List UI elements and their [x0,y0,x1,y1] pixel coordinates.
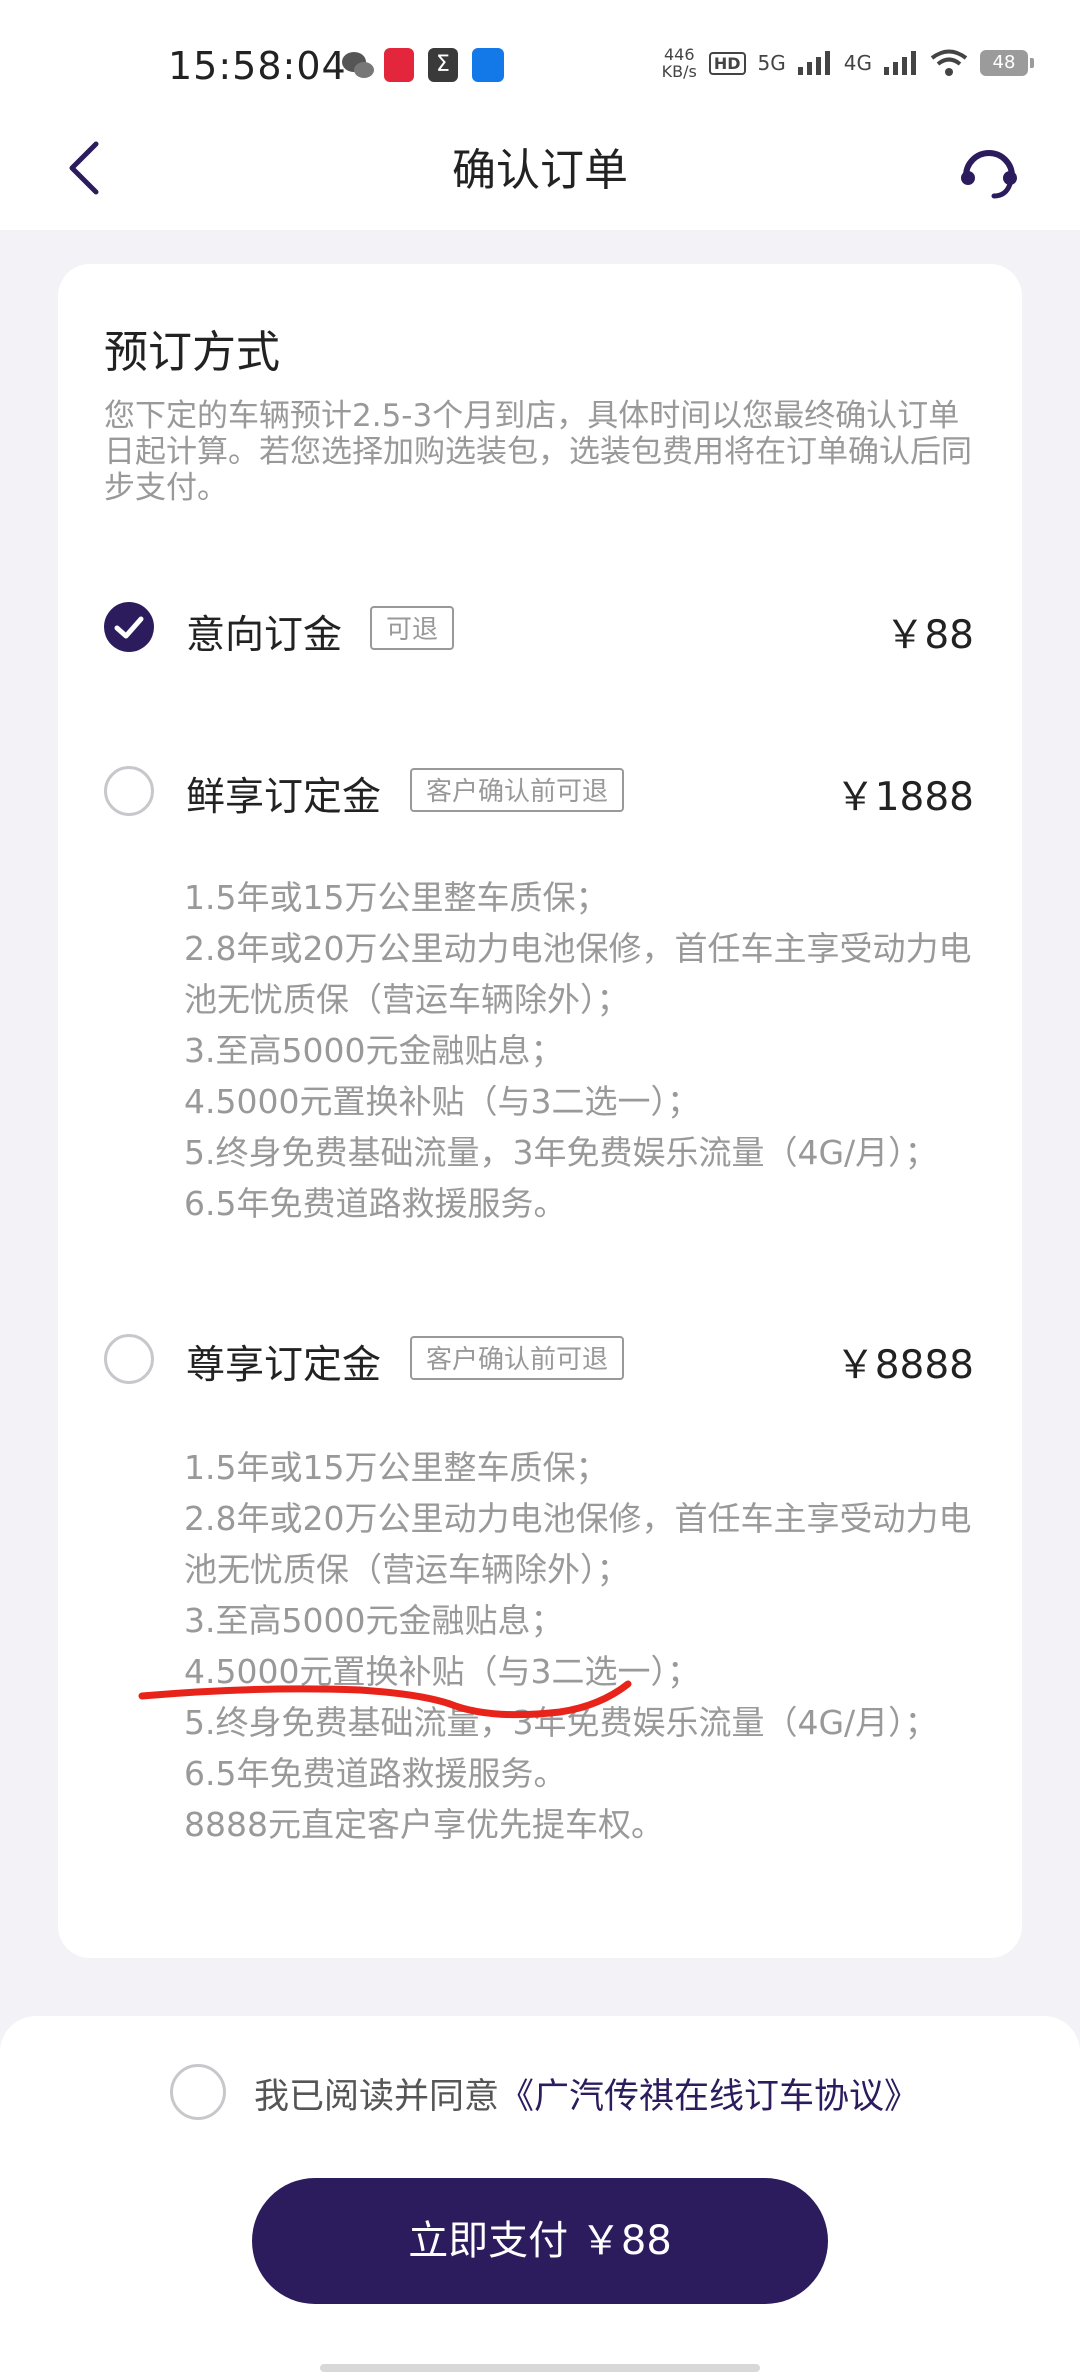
page-title: 确认订单 [452,145,628,196]
benefits-list-fresh: 1.5年或15万公里整车质保； 2.8年或20万公里动力电池保修，首任车主享受动… [184,872,984,1229]
headset-icon[interactable] [956,140,1022,200]
robot-app-icon [472,48,504,82]
benefit-item: 3.至高5000元金融贴息； [184,1601,564,1640]
check-icon [114,616,144,639]
benefits-list-premium: 1.5年或15万公里整车质保； 2.8年或20万公里动力电池保修，首任车主享受动… [184,1442,984,1850]
agreement-text: 我已阅读并同意《广汽传祺在线订车协议》 [254,2068,919,2119]
option-name-premium-deposit[interactable]: 尊享订定金 [186,1334,381,1390]
option-name-intent-deposit[interactable]: 意向订金 [186,604,342,660]
option-radio-premium-deposit[interactable] [104,1334,154,1384]
benefit-item: 5.终身免费基础流量，3年免费娱乐流量（4G/月）； [184,1133,938,1172]
signal-4g-icon: 4G [843,51,872,75]
booking-description: 您下定的车辆预计2.5-3个月到店，具体时间以您最终确认订单日起计算。若您选择加… [104,398,972,506]
sigma-app-icon: Σ [428,48,458,82]
wechat-icon [342,52,374,78]
xiaohongshu-icon [384,48,414,82]
refundable-tag: 可退 [370,606,455,650]
benefit-item: 1.5年或15万公里整车质保； [184,1448,609,1487]
signal-bars-icon [884,51,916,75]
hd-icon: HD [708,51,746,75]
signal-5g-icon: 5G [757,51,786,75]
net-speed: 446 KB/s [661,45,697,81]
option-name-fresh-deposit[interactable]: 鲜享订定金 [186,766,381,822]
benefit-item: 1.5年或15万公里整车质保； [184,878,609,917]
benefit-item: 2.8年或20万公里动力电池保修，首任车主享受动力电池无忧质保（营运车辆除外）； [184,1499,972,1589]
battery-icon: 48 [980,50,1034,76]
benefit-item: 4.5000元置换补贴（与3二选一）； [184,1082,700,1121]
option-price-premium-deposit: ￥8888 [835,1343,974,1388]
benefit-item: 6.5年免费道路救援服务。 [184,1184,567,1223]
signal-bars-icon [797,51,830,75]
benefit-item: 2.8年或20万公里动力电池保修，首任车主享受动力电池无忧质保（营运车辆除外）； [184,929,972,1019]
option-price-intent-deposit: ￥88 [885,613,974,658]
benefit-item: 5.终身免费基础流量，3年免费娱乐流量（4G/月）； [184,1703,938,1742]
booking-method-title: 预订方式 [104,327,280,378]
benefit-item: 4.5000元置换补贴（与3二选一）； [184,1652,700,1691]
agreement-checkbox[interactable] [170,2064,226,2120]
status-bar: 15:58:04 Σ 446 KB/s HD 5G 4G 48 [0,0,1080,130]
option-radio-intent-deposit[interactable] [104,602,154,652]
agreement-link[interactable]: 《广汽传祺在线订车协议》 [499,2077,919,2117]
status-time: 15:58:04 [168,44,347,88]
status-indicators: 446 KB/s HD 5G 4G 48 [661,45,1034,81]
benefit-item: 3.至高5000元金融贴息； [184,1031,564,1070]
wifi-icon [930,49,968,76]
refundable-before-confirm-tag: 客户确认前可退 [410,1336,625,1380]
benefit-item: 8888元直定客户享优先提车权。 [184,1805,664,1844]
pay-now-button[interactable]: 立即支付 ￥88 [252,2178,828,2304]
refundable-before-confirm-tag: 客户确认前可退 [410,768,625,812]
benefit-item: 6.5年免费道路救援服务。 [184,1754,567,1793]
option-price-fresh-deposit: ￥1888 [835,775,974,820]
option-radio-fresh-deposit[interactable] [104,766,154,816]
home-indicator [320,2364,760,2372]
agreement-prefix: 我已阅读并同意 [254,2077,500,2117]
